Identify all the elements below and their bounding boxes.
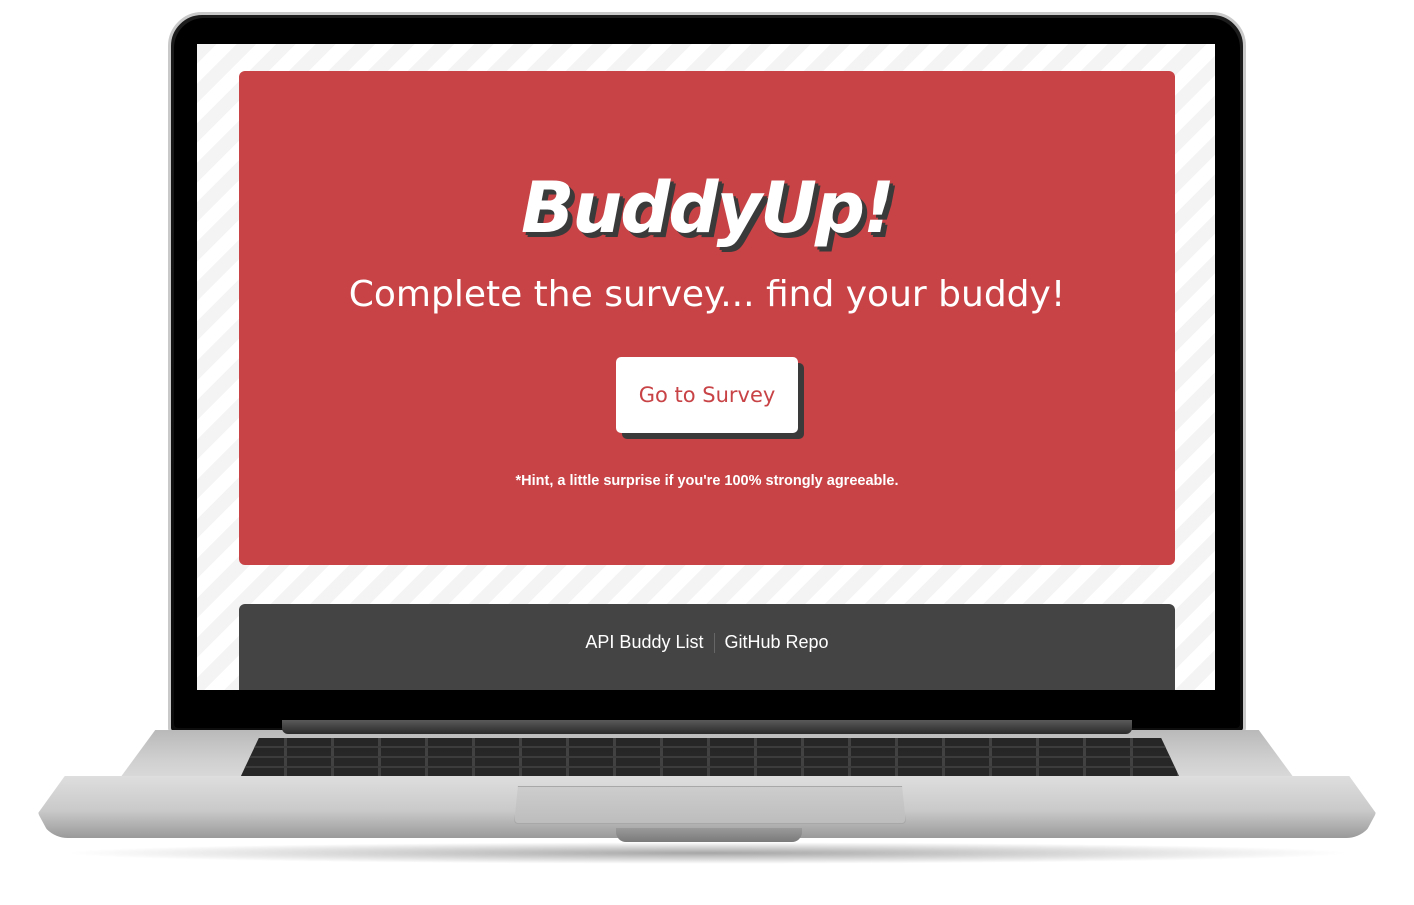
tagline: Complete the survey... find your buddy! bbox=[348, 274, 1066, 315]
laptop-screen: BuddyUp! Complete the survey... find you… bbox=[197, 44, 1215, 690]
hint-text: *Hint, a little surprise if you're 100% … bbox=[515, 473, 899, 489]
laptop-mockup: BuddyUp! Complete the survey... find you… bbox=[0, 0, 1414, 905]
footer: API Buddy List GitHub Repo bbox=[239, 604, 1175, 690]
github-repo-link[interactable]: GitHub Repo bbox=[715, 632, 839, 653]
trackpad bbox=[514, 786, 906, 824]
api-buddy-list-link[interactable]: API Buddy List bbox=[575, 632, 713, 653]
laptop-hinge bbox=[282, 720, 1132, 734]
lid-notch bbox=[616, 828, 802, 842]
laptop-shadow bbox=[60, 842, 1354, 864]
hero-jumbotron: BuddyUp! Complete the survey... find you… bbox=[239, 71, 1175, 565]
footer-links: API Buddy List GitHub Repo bbox=[239, 632, 1175, 654]
keyboard-rows bbox=[240, 738, 1180, 778]
go-to-survey-button[interactable]: Go to Survey bbox=[616, 357, 798, 433]
site-logo: BuddyUp! bbox=[521, 167, 895, 249]
